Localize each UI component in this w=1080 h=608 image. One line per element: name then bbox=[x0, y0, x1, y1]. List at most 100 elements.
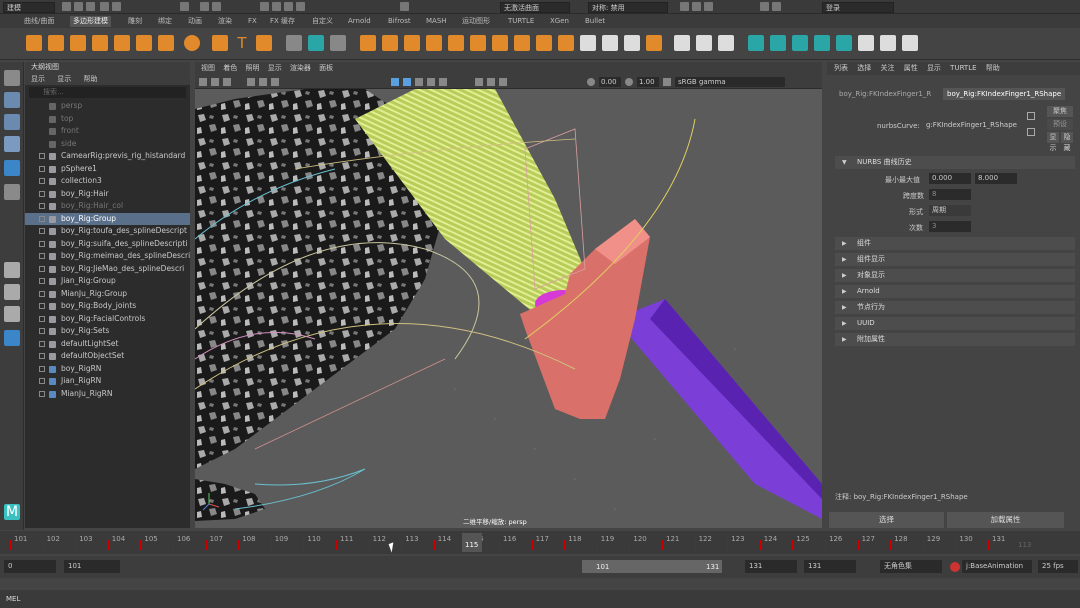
outliner-item[interactable]: boy_Rig:Hair bbox=[25, 188, 190, 201]
shelf-tab[interactable]: MASH bbox=[426, 16, 447, 27]
select-object-icon[interactable] bbox=[200, 2, 209, 11]
triangulate-icon[interactable] bbox=[558, 35, 574, 51]
outliner-item[interactable]: persp bbox=[25, 100, 190, 113]
smooth-shade-icon[interactable] bbox=[403, 78, 411, 86]
target-weld-icon[interactable] bbox=[696, 35, 712, 51]
attr-menu-item[interactable]: 列表 bbox=[834, 64, 848, 72]
exposure-field[interactable]: 0.00 bbox=[599, 77, 621, 87]
outliner-item[interactable]: side bbox=[25, 138, 190, 151]
outliner-item[interactable]: Jian_Rig:Group bbox=[25, 275, 190, 288]
expand-icon[interactable] bbox=[39, 315, 45, 322]
end-frame-field[interactable]: 131 bbox=[804, 560, 856, 573]
section-nurbs-history[interactable]: NURBS 曲线历史 bbox=[835, 156, 1075, 169]
expand-icon[interactable] bbox=[39, 153, 45, 159]
expand-icon[interactable] bbox=[39, 190, 45, 197]
attr-menu-item[interactable]: 选择 bbox=[857, 64, 871, 72]
command-line[interactable]: MEL bbox=[0, 590, 1080, 608]
colorspace-dropdown[interactable]: sRGB gamma bbox=[675, 77, 785, 87]
outliner-item[interactable]: pSphere1 bbox=[25, 163, 190, 176]
shelf-tab[interactable]: XGen bbox=[550, 16, 569, 27]
outliner-menu-item[interactable]: 帮助 bbox=[83, 75, 97, 83]
boolean-icon[interactable] bbox=[360, 35, 376, 51]
shelf-tab[interactable]: 自定义 bbox=[312, 16, 333, 27]
exposure-icon[interactable] bbox=[587, 78, 595, 86]
fps-dropdown[interactable]: 25 fps bbox=[1038, 560, 1078, 573]
reduce-icon[interactable] bbox=[624, 35, 640, 51]
snap-grid-icon[interactable] bbox=[260, 2, 269, 11]
section-uuid[interactable]: UUID bbox=[835, 317, 1075, 330]
anim-layer-icon[interactable] bbox=[950, 562, 960, 572]
select-hierarchy-icon[interactable] bbox=[180, 2, 189, 11]
section-components[interactable]: 组件 bbox=[835, 237, 1075, 250]
move-tool-icon[interactable] bbox=[4, 136, 20, 152]
outliner-item[interactable]: boy_Rig:Body_joints bbox=[25, 300, 190, 313]
checker-icon[interactable] bbox=[858, 35, 874, 51]
four-layout-icon[interactable] bbox=[4, 284, 20, 300]
outliner-item[interactable]: defaultObjectSet bbox=[25, 350, 190, 363]
paint-select-icon[interactable] bbox=[4, 114, 20, 130]
camera-attr-icon[interactable] bbox=[211, 78, 219, 86]
new-scene-icon[interactable] bbox=[62, 2, 71, 11]
hypershade-icon[interactable] bbox=[760, 2, 769, 11]
expand-icon[interactable] bbox=[39, 265, 45, 272]
presets-button[interactable]: 预设 bbox=[1047, 119, 1073, 130]
outliner-menu-item[interactable]: 显示 bbox=[31, 75, 45, 83]
attr-menu-item[interactable]: 属性 bbox=[904, 64, 918, 72]
shelf-tab[interactable]: 渲染 bbox=[218, 16, 232, 27]
expand-icon[interactable] bbox=[39, 303, 45, 309]
platonic-icon[interactable] bbox=[184, 35, 200, 51]
single-layout-icon[interactable] bbox=[4, 262, 20, 278]
max-value-field[interactable]: 8.000 bbox=[975, 173, 1017, 184]
hide-button[interactable]: 隐藏 bbox=[1061, 132, 1073, 152]
anim-start-field[interactable]: 101 bbox=[64, 560, 120, 573]
outliner-item[interactable]: collection3 bbox=[25, 175, 190, 188]
open-scene-icon[interactable] bbox=[74, 2, 83, 11]
load-attributes-button[interactable]: 加载属性 bbox=[947, 512, 1064, 528]
auto-map-icon[interactable] bbox=[836, 35, 852, 51]
expand-icon[interactable] bbox=[39, 353, 45, 359]
expand-icon[interactable] bbox=[39, 390, 45, 397]
shelf-tab[interactable]: 雕刻 bbox=[128, 16, 142, 27]
select-component-icon[interactable] bbox=[212, 2, 221, 11]
expand-icon[interactable] bbox=[39, 378, 45, 384]
anim-end-field[interactable]: 131 bbox=[745, 560, 797, 573]
expand-icon[interactable] bbox=[39, 278, 45, 284]
expand-icon[interactable] bbox=[39, 228, 45, 234]
layout-icon[interactable] bbox=[902, 35, 918, 51]
node-tab-shape[interactable]: boy_Rig:FKIndexFinger1_RShape bbox=[943, 88, 1066, 100]
mode-dropdown[interactable]: 建模 bbox=[3, 2, 55, 13]
combine-icon[interactable] bbox=[286, 35, 302, 51]
viewport-menu-item[interactable]: 显示 bbox=[268, 64, 282, 72]
outliner-layout-icon[interactable] bbox=[4, 330, 20, 346]
expand-icon[interactable] bbox=[39, 178, 45, 184]
bevel-icon[interactable] bbox=[448, 35, 464, 51]
shelf-tab[interactable]: Bullet bbox=[585, 16, 605, 27]
expand-icon[interactable] bbox=[39, 253, 45, 259]
character-set-dropdown[interactable]: 无角色集 bbox=[880, 560, 942, 573]
uv-editor-icon[interactable] bbox=[748, 35, 764, 51]
render-settings-icon[interactable] bbox=[704, 2, 713, 11]
viewport-menu-item[interactable]: 着色 bbox=[223, 64, 237, 72]
cylindrical-map-icon[interactable] bbox=[792, 35, 808, 51]
shelf-tab[interactable]: 曲线/曲面 bbox=[24, 16, 54, 27]
multicut-icon[interactable] bbox=[674, 35, 690, 51]
wireframe-icon[interactable] bbox=[391, 78, 399, 86]
focus-button[interactable]: 聚焦 bbox=[1047, 106, 1073, 117]
section-arnold[interactable]: Arnold bbox=[835, 285, 1075, 298]
node-tab-transform[interactable]: boy_Rig:FKIndexFinger1_R bbox=[835, 88, 935, 100]
save-scene-icon[interactable] bbox=[86, 2, 95, 11]
redo-icon[interactable] bbox=[112, 2, 121, 11]
viewport-menu-item[interactable]: 照明 bbox=[245, 64, 259, 72]
lights-icon[interactable] bbox=[427, 78, 435, 86]
shelf-tab[interactable]: FX 缓存 bbox=[270, 16, 295, 27]
extrude-icon[interactable] bbox=[426, 35, 442, 51]
go-to-output-icon[interactable] bbox=[1027, 128, 1035, 136]
outliner-item[interactable]: boy_Rig:Group bbox=[25, 212, 190, 225]
poly-cone-icon[interactable] bbox=[92, 35, 108, 51]
snap-curve-icon[interactable] bbox=[272, 2, 281, 11]
weld-icon[interactable] bbox=[646, 35, 662, 51]
attr-menu-item[interactable]: 关注 bbox=[880, 64, 894, 72]
section-component-display[interactable]: 组件显示 bbox=[835, 253, 1075, 266]
login-button[interactable]: 登录 bbox=[822, 2, 894, 13]
outliner-item[interactable]: MianJu_RigRN bbox=[25, 388, 190, 401]
